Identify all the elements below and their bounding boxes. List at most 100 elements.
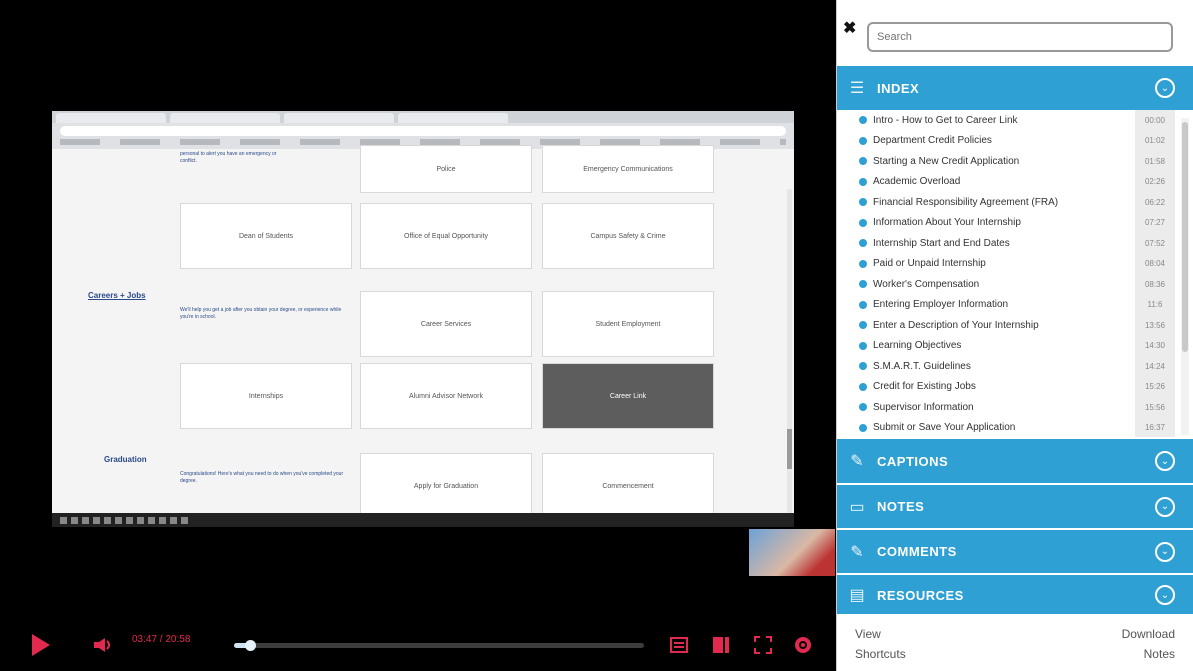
index-bullet-icon [859, 218, 867, 227]
index-bullet-icon [859, 116, 867, 125]
index-item-timestamp: 08:36 [1135, 274, 1175, 295]
index-item-timestamp: 13:56 [1135, 315, 1175, 336]
sidebar-footer: View Shortcuts Download Notes [837, 614, 1193, 671]
fullscreen-icon [754, 636, 772, 654]
accordion-comments-title: COMMENTS [877, 544, 957, 559]
index-item-timestamp: 07:27 [1135, 212, 1175, 233]
index-item-timestamp: 15:56 [1135, 397, 1175, 418]
index-item[interactable]: Credit for Existing Jobs 15:26 [837, 376, 1193, 397]
index-item-title: Academic Overload [873, 176, 961, 188]
fullscreen-button[interactable] [752, 634, 774, 656]
index-bullet-icon [859, 321, 867, 330]
chevron-icon: ⌄ [1155, 541, 1175, 562]
recorded-taskbar [52, 513, 794, 527]
chevron-icon: ⌄ [1155, 585, 1175, 605]
index-item[interactable]: Intro - How to Get to Career Link 00:00 [837, 110, 1193, 131]
index-item-title: S.M.A.R.T. Guidelines [873, 360, 971, 372]
index-item[interactable]: Learning Objectives 14:30 [837, 335, 1193, 356]
index-list: Intro - How to Get to Career Link 00:00 De… [837, 110, 1193, 437]
download-notes-button[interactable]: Download Notes [1015, 614, 1193, 671]
top-description: personal to alert you have an emergency … [180, 151, 277, 164]
seek-handle[interactable] [245, 640, 257, 651]
index-item-timestamp: 14:30 [1135, 335, 1175, 356]
index-item[interactable]: Submit or Save Your Application 16:37 [837, 417, 1193, 437]
index-scrollbar[interactable] [1181, 118, 1189, 435]
index-bullet-icon [859, 239, 867, 248]
index-item-title: Paid or Unpaid Internship [873, 258, 986, 270]
player-sidebar: ✖ ☰ INDEX ⌄ Intro - How to Get to Career… [836, 0, 1193, 671]
tile-student-employment: Student Employment [542, 291, 714, 357]
video-frame[interactable]: personal to alert you have an emergency … [52, 111, 794, 527]
tile-emergency: Emergency Communications [542, 145, 714, 193]
index-item-title: Enter a Description of Your Internship [873, 319, 1039, 331]
index-item-timestamp: 06:22 [1135, 192, 1175, 213]
index-item-title: Information About Your Internship [873, 217, 1021, 229]
tile-career-link: Career Link [542, 363, 714, 429]
index-item[interactable]: Entering Employer Information 11:6 [837, 294, 1193, 315]
index-item-timestamp: 01:02 [1135, 130, 1175, 151]
view-shortcuts-button[interactable]: View Shortcuts [837, 614, 1015, 671]
index-item-title: Supervisor Information [873, 401, 974, 413]
settings-button[interactable] [792, 634, 814, 656]
recorded-web-page: personal to alert you have an emergency … [52, 145, 794, 527]
tile-career-services: Career Services [360, 291, 532, 357]
play-button[interactable] [28, 630, 54, 660]
index-item[interactable]: Worker's Compensation 08:36 [837, 274, 1193, 295]
index-bullet-icon [859, 362, 867, 371]
captions-icon [670, 637, 688, 653]
close-icon[interactable]: ✖ [843, 18, 856, 38]
index-item-timestamp: 01:58 [1135, 151, 1175, 172]
accordion-comments[interactable]: ✎ COMMENTS ⌄ [837, 530, 1193, 573]
accordion-captions-title: CAPTIONS [877, 453, 949, 469]
index-item[interactable]: Enter a Description of Your Internship 13… [837, 315, 1193, 336]
time-display: 03:47 / 20:58 [132, 634, 191, 645]
index-bullet-icon [859, 403, 867, 412]
view-shortcuts-line2: Shortcuts [855, 647, 906, 661]
index-item-timestamp: 00:00 [1135, 110, 1175, 131]
index-item[interactable]: Supervisor Information 15:56 [837, 397, 1193, 418]
accordion-notes[interactable]: ▭ NOTES ⌄ [837, 485, 1193, 528]
tile-dean: Dean of Students [180, 203, 352, 269]
index-item-timestamp: 16:37 [1135, 417, 1175, 437]
index-bullet-icon [859, 423, 867, 432]
index-bullet-icon [859, 280, 867, 289]
seek-bar[interactable] [234, 640, 644, 651]
index-item[interactable]: S.M.A.R.T. Guidelines 14:24 [837, 356, 1193, 377]
index-item-title: Worker's Compensation [873, 278, 980, 290]
index-item[interactable]: Department Credit Policies 01:02 [837, 130, 1193, 151]
tile-apply-graduation: Apply for Graduation [360, 453, 532, 519]
index-item[interactable]: Financial Responsibility Agreement (FRA)… [837, 192, 1193, 213]
accordion-resources[interactable]: ▤ RESOURCES ⌄ [837, 575, 1193, 615]
download-notes-line1: Download [1121, 627, 1175, 641]
index-item-timestamp: 02:26 [1135, 171, 1175, 192]
search-input[interactable] [867, 22, 1173, 52]
accordion-index[interactable]: ☰ INDEX ⌄ [837, 66, 1193, 110]
volume-icon [94, 638, 110, 652]
index-item[interactable]: Academic Overload 02:26 [837, 171, 1193, 192]
tile-internships: Internships [180, 363, 352, 429]
index-item[interactable]: Information About Your Internship 07:27 [837, 212, 1193, 233]
index-item-timestamp: 08:04 [1135, 253, 1175, 274]
index-item[interactable]: Paid or Unpaid Internship 08:04 [837, 253, 1193, 274]
tile-campus-safety: Campus Safety & Crime [542, 203, 714, 269]
volume-button[interactable] [92, 635, 114, 655]
index-bullet-icon [859, 341, 867, 350]
list-icon: ☰ [849, 80, 865, 97]
careers-title: Careers + Jobs [88, 291, 146, 300]
index-item[interactable]: Internship Start and End Dates 07:52 [837, 233, 1193, 254]
player-controls: 03:47 / 20:58 [0, 620, 836, 671]
index-item-title: Credit for Existing Jobs [873, 381, 976, 393]
index-item[interactable]: Starting a New Credit Application 01:58 [837, 151, 1193, 172]
index-item-title: Internship Start and End Dates [873, 237, 1010, 249]
accordion-captions[interactable]: ✎ CAPTIONS ⌄ [837, 439, 1193, 483]
sidebar-toggle-button[interactable] [710, 634, 732, 656]
index-item-timestamp: 14:24 [1135, 356, 1175, 377]
chevron-icon: ⌄ [1155, 496, 1175, 517]
index-item-title: Financial Responsibility Agreement (FRA) [873, 196, 1059, 208]
captions-person-icon: ✎ [850, 453, 864, 470]
captions-toggle-button[interactable] [668, 634, 690, 656]
accordion-notes-title: NOTES [877, 499, 925, 514]
view-shortcuts-line1: View [855, 627, 881, 641]
index-bullet-icon [859, 259, 867, 268]
index-bullet-icon [859, 136, 867, 145]
